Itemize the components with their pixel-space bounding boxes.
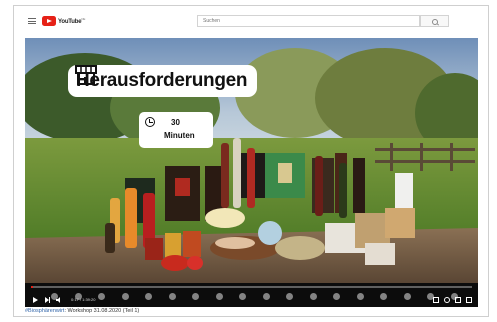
youtube-logo[interactable]: YouTubeDE — [42, 16, 85, 26]
title-overlay: Herausforderungen — [68, 65, 258, 97]
overlay-title: Herausforderungen — [76, 70, 248, 91]
subtitles-icon[interactable] — [433, 297, 439, 303]
settings-icon[interactable] — [444, 297, 450, 303]
video-player[interactable]: Herausforderungen 30 Minuten 0:17 / 1:39… — [25, 38, 478, 307]
time-display: 0:17 / 1:39:20 — [71, 297, 96, 302]
play-icon[interactable] — [33, 297, 38, 303]
search-button[interactable] — [420, 15, 449, 27]
duration-unit: Minuten — [164, 131, 195, 140]
alarm-clock-icon — [145, 117, 155, 127]
duration-overlay: 30 Minuten — [139, 112, 213, 148]
logo-text: YouTubeDE — [58, 17, 86, 25]
fullscreen-icon[interactable] — [466, 297, 472, 303]
duration-value: 30 — [171, 118, 180, 127]
player-controls: 0:17 / 1:39:20 — [31, 296, 472, 306]
next-icon[interactable] — [45, 297, 53, 305]
top-bar: YouTubeDE — [14, 6, 488, 36]
video-caption: #Biosphärenwirt: Workshop 31.08.2020 (Te… — [25, 308, 139, 314]
search-icon — [432, 18, 438, 25]
miniplayer-icon[interactable] — [455, 297, 461, 303]
youtube-play-icon — [42, 16, 56, 26]
progress-fill — [31, 286, 34, 288]
store-icon — [75, 65, 97, 85]
browser-frame: YouTubeDE Suchen Herausforderungen 30 Mi… — [13, 5, 489, 317]
volume-icon[interactable] — [56, 297, 64, 305]
caption-text: : Workshop 31.08.2020 (Teil 1) — [64, 308, 140, 314]
hashtag-link[interactable]: #Biosphärenwirt — [25, 308, 64, 314]
menu-icon[interactable] — [28, 18, 36, 24]
progress-bar[interactable] — [31, 286, 472, 288]
search-input[interactable] — [197, 15, 420, 27]
